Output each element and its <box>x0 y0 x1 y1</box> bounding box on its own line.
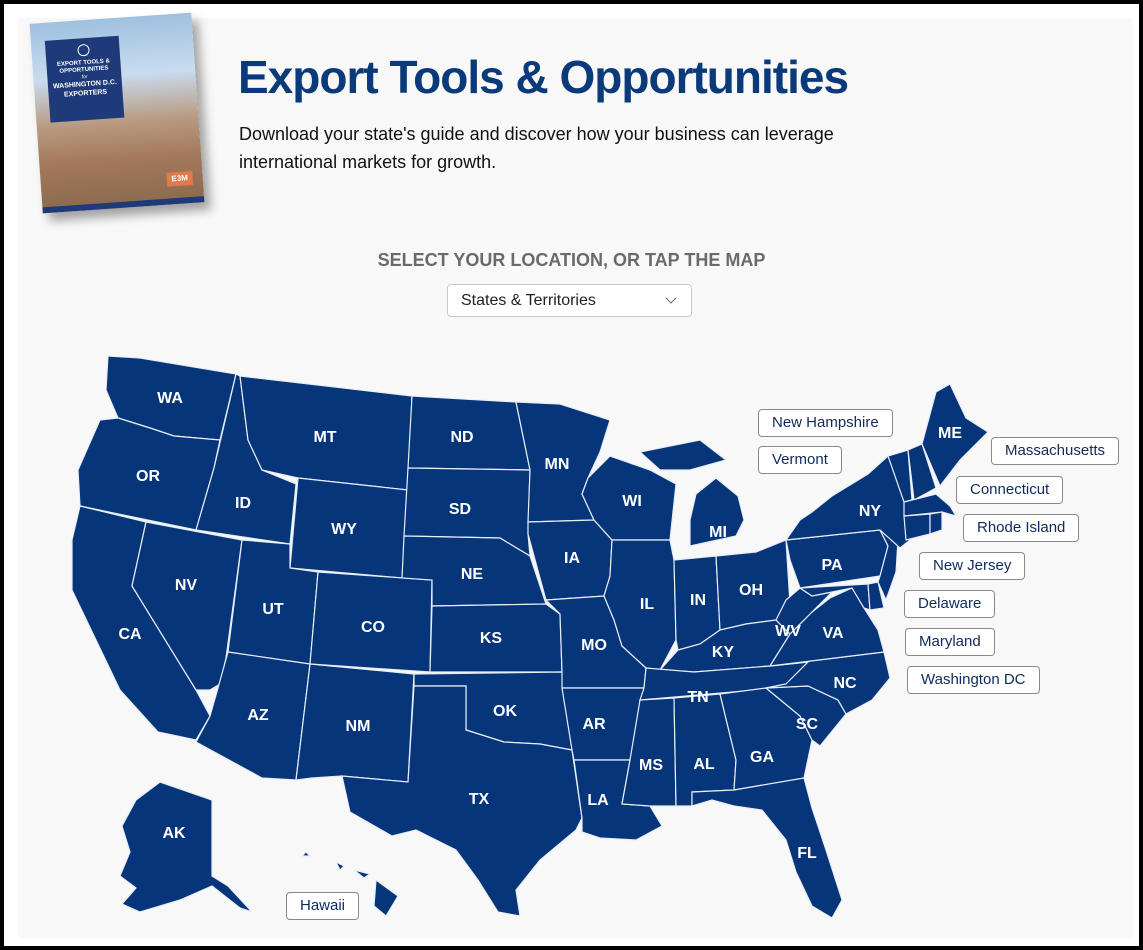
button-new-hampshire[interactable]: New Hampshire <box>758 409 893 437</box>
button-washington-dc[interactable]: Washington DC <box>907 666 1040 694</box>
button-hawaii[interactable]: Hawaii <box>286 892 360 920</box>
state-ks[interactable] <box>429 603 563 673</box>
state-ct[interactable] <box>903 513 931 541</box>
state-co[interactable] <box>309 571 433 673</box>
button-maryland[interactable]: Maryland <box>905 628 995 656</box>
state-me[interactable] <box>921 383 989 488</box>
button-connecticut[interactable]: Connecticut <box>956 476 1064 504</box>
button-vermont[interactable]: Vermont <box>758 446 842 474</box>
us-map: WA OR CA ID NV MT WY UT AZ CO NM ND SD N… <box>71 355 989 919</box>
button-delaware[interactable]: Delaware <box>904 590 996 618</box>
state-nd[interactable] <box>407 395 531 471</box>
button-new-jersey[interactable]: New Jersey <box>919 552 1026 580</box>
state-ri[interactable] <box>929 511 943 535</box>
state-wy[interactable] <box>289 477 409 579</box>
state-fl[interactable] <box>691 777 843 919</box>
state-ak[interactable] <box>119 781 253 913</box>
button-rhode-island[interactable]: Rhode Island <box>963 514 1080 542</box>
button-massachusetts[interactable]: Massachusetts <box>991 437 1120 465</box>
state-nm[interactable] <box>295 663 415 783</box>
